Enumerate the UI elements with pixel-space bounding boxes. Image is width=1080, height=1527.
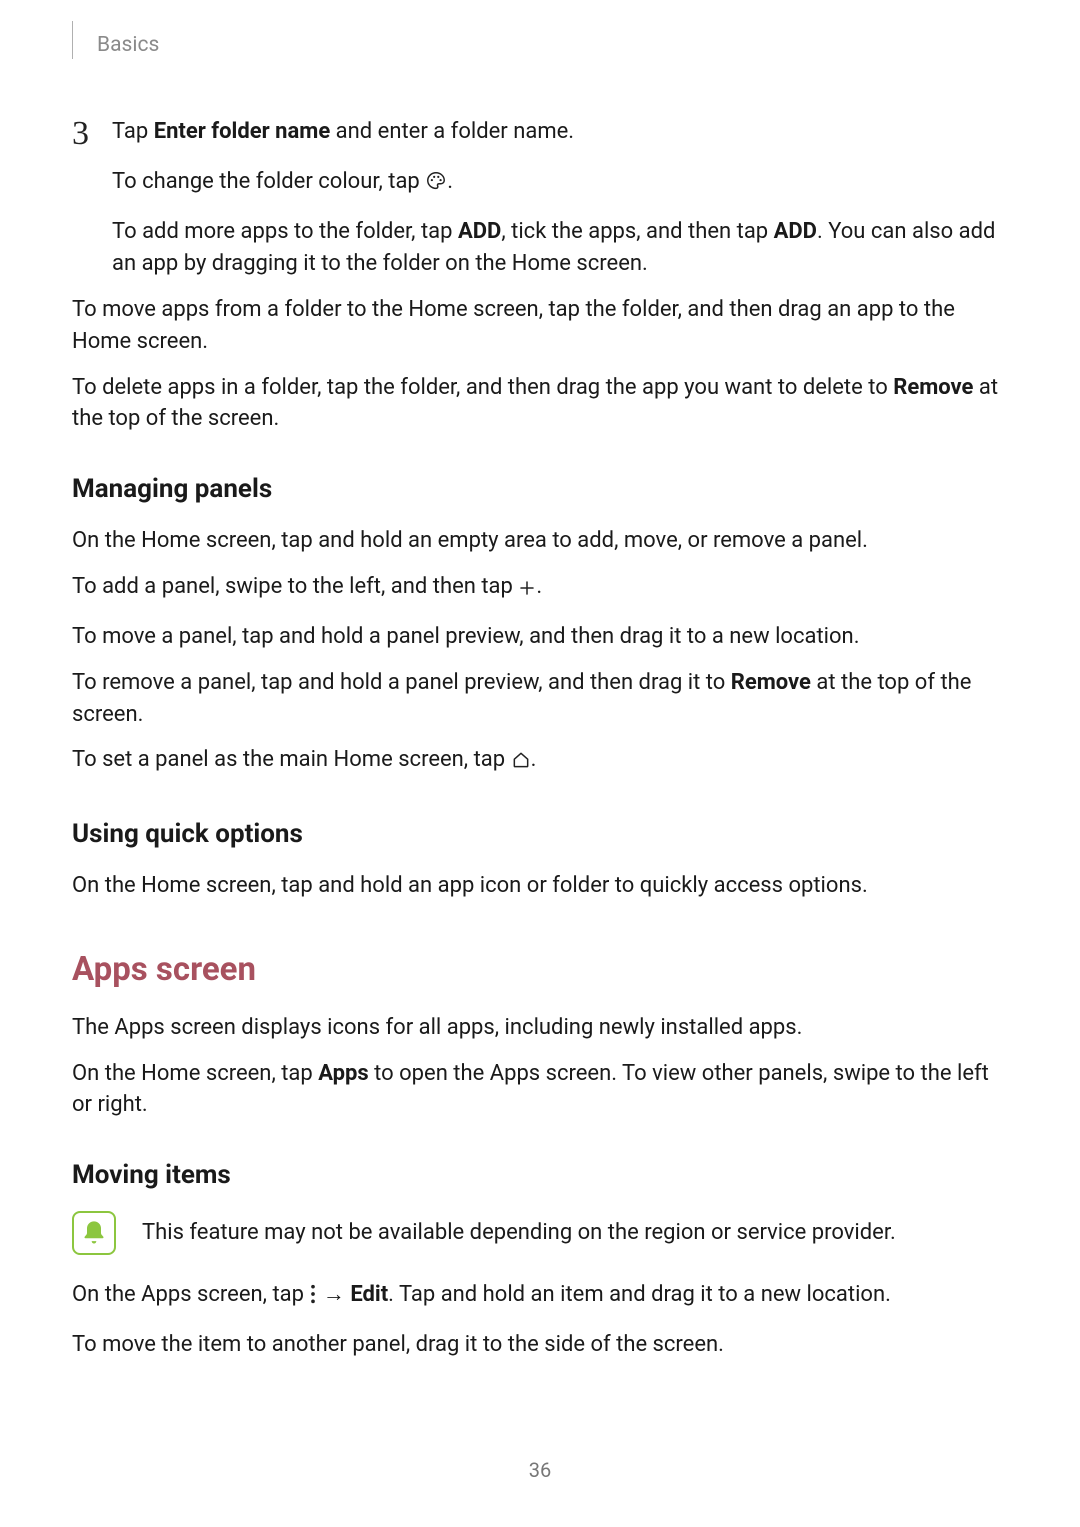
text: To add a panel, swipe to the left, and t…: [72, 574, 518, 599]
step-sub-1: To change the folder colour, tap .: [112, 166, 1008, 202]
header-divider: [72, 21, 73, 59]
managing-p4: To remove a panel, tap and hold a panel …: [72, 667, 1008, 731]
plus-icon: [518, 575, 536, 607]
text: →: [317, 1282, 350, 1307]
note-icon: [72, 1211, 116, 1255]
remove-label-2: Remove: [731, 670, 811, 695]
remove-label: Remove: [893, 375, 973, 400]
moving-p1: On the Apps screen, tap → Edit. Tap and …: [72, 1279, 1008, 1315]
note-callout: This feature may not be available depend…: [72, 1211, 1008, 1255]
apps-p1: The Apps screen displays icons for all a…: [72, 1012, 1008, 1044]
text: On the Apps screen, tap: [72, 1282, 309, 1307]
heading-managing-panels: Managing panels: [72, 471, 1008, 509]
text: On the Home screen, tap: [72, 1061, 318, 1086]
home-icon: [511, 748, 531, 780]
add-label-2: ADD: [774, 219, 817, 244]
palette-icon: [425, 170, 447, 202]
apps-p2: On the Home screen, tap Apps to open the…: [72, 1058, 1008, 1122]
step-body: Tap Enter folder name and enter a folder…: [112, 116, 1008, 148]
note-text: This feature may not be available depend…: [142, 1217, 896, 1249]
heading-quick-options: Using quick options: [72, 816, 1008, 854]
section-label: Basics: [97, 30, 159, 60]
text: , tick the apps, and then tap: [501, 219, 773, 244]
step-3: 3 Tap Enter folder name and enter a fold…: [72, 116, 1008, 152]
managing-p3: To move a panel, tap and hold a panel pr…: [72, 621, 1008, 653]
text: . Tap and hold an item and drag it to a …: [388, 1282, 891, 1307]
managing-p1: On the Home screen, tap and hold an empt…: [72, 525, 1008, 557]
step-sub-2: To add more apps to the folder, tap ADD,…: [112, 216, 1008, 280]
text: To delete apps in a folder, tap the fold…: [72, 375, 893, 400]
quick-p1: On the Home screen, tap and hold an app …: [72, 870, 1008, 902]
page-number: 36: [0, 1456, 1080, 1485]
heading-moving-items: Moving items: [72, 1157, 1008, 1195]
add-label: ADD: [458, 219, 501, 244]
heading-apps-screen: Apps screen: [72, 946, 1008, 994]
apps-label: Apps: [318, 1061, 368, 1086]
running-header: Basics: [72, 30, 1008, 60]
text: .: [531, 747, 537, 772]
text: and enter a folder name.: [330, 119, 574, 144]
text: To change the folder colour, tap: [112, 169, 425, 194]
enter-folder-name-label: Enter folder name: [154, 119, 331, 144]
text: To add more apps to the folder, tap: [112, 219, 458, 244]
text: .: [447, 169, 453, 194]
step-number: 3: [72, 116, 112, 152]
text: To set a panel as the main Home screen, …: [72, 747, 511, 772]
managing-p2: To add a panel, swipe to the left, and t…: [72, 571, 1008, 607]
edit-label: Edit: [350, 1282, 388, 1307]
para-move-apps: To move apps from a folder to the Home s…: [72, 294, 1008, 358]
managing-p5: To set a panel as the main Home screen, …: [72, 744, 1008, 780]
text: To remove a panel, tap and hold a panel …: [72, 670, 731, 695]
text: .: [536, 574, 542, 599]
moving-p2: To move the item to another panel, drag …: [72, 1329, 1008, 1361]
text: Tap: [112, 119, 154, 144]
para-delete-apps: To delete apps in a folder, tap the fold…: [72, 372, 1008, 436]
